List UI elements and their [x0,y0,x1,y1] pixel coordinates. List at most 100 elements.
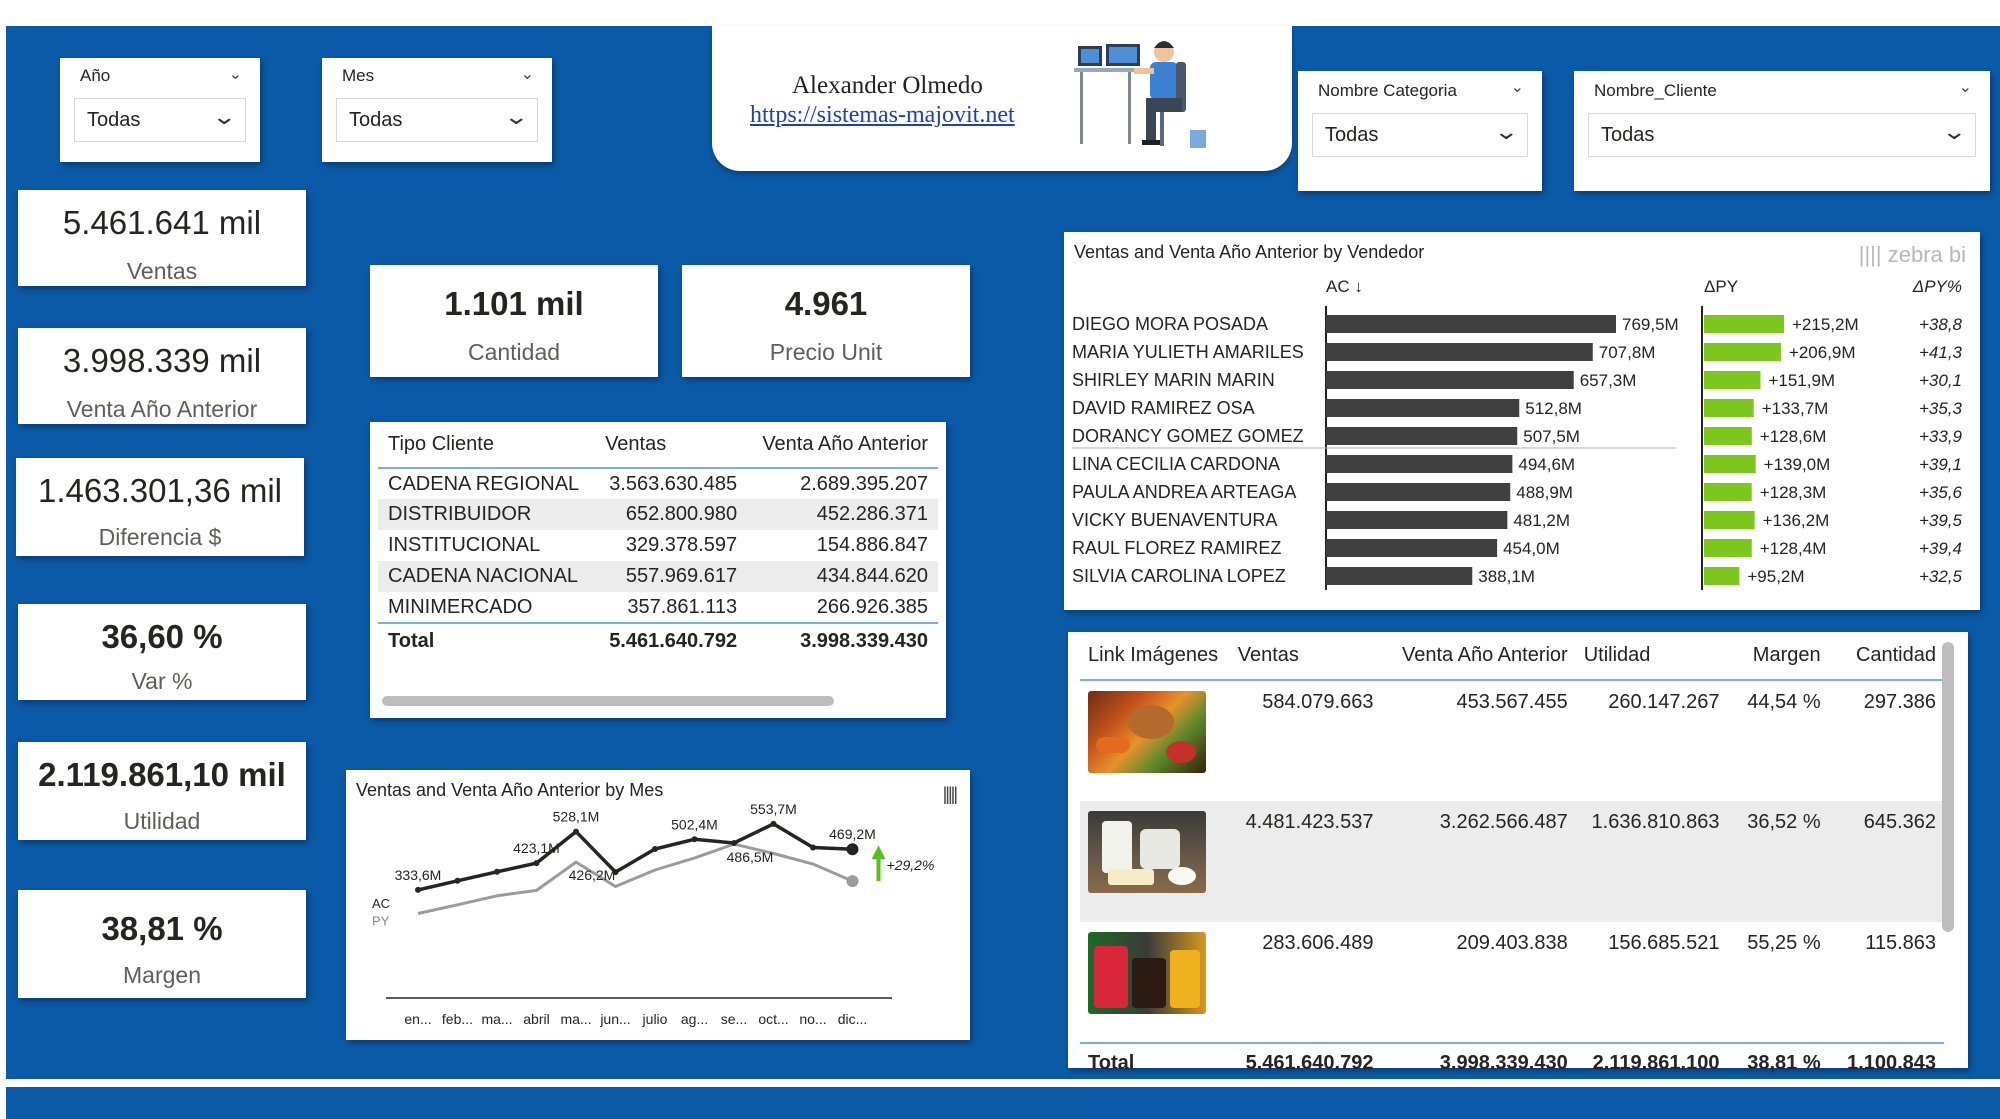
table-row[interactable]: MINIMERCADO 357.861.113 266.926.385 [378,592,938,623]
column-header[interactable]: Utilidad [1575,632,1728,681]
cell: 297.386 [1863,691,1936,713]
chevron-down-icon[interactable]: ⌄ [1959,77,1972,97]
total-row: Total 5.461.640.792 3.998.339.430 [378,622,938,659]
column-header[interactable]: Venta Año Anterior [1381,632,1576,681]
total-row: Total 5.461.640.792 3.998.339.430 2.119.… [1080,1042,1944,1083]
slicer-dropdown[interactable]: Todas ⌄ [1588,113,1976,157]
ac-value-label: 488,9M [1516,483,1573,502]
table-row[interactable]: 4.481.423.537 3.262.566.487 1.636.810.86… [1080,801,1944,922]
image-cell[interactable] [1080,922,1230,1043]
table-row[interactable]: CADENA NACIONAL 557.969.617 434.844.620 [378,561,938,592]
table-row[interactable]: DISTRIBUIDOR 652.800.980 452.286.371 [378,499,938,530]
dairy-products-photo[interactable] [1088,811,1206,893]
dpy-header: ΔPY [1704,277,1738,296]
kpi-value: 4.961 [784,285,868,322]
cell: 645.362 [1828,801,1944,922]
cell: CADENA NACIONAL [378,561,596,592]
horizontal-scrollbar[interactable] [382,696,834,706]
chevron-down-icon[interactable]: ⌄ [521,64,534,84]
image-cell[interactable] [1080,680,1230,801]
slicer-categoria[interactable]: Nombre Categoria ⌄ Todas ⌄ [1298,71,1542,191]
kpi-utilidad: 2.119.861,10 mil Utilidad [18,742,306,840]
table-row[interactable]: CADENA REGIONAL 3.563.630.485 2.689.395.20… [378,468,938,499]
ac-value-label: 657,3M [1580,371,1637,390]
table-row[interactable]: INSTITUCIONAL 329.378.597 154.886.847 [378,530,938,561]
kpi-value: 3.998.339 mil [62,342,262,379]
dpy-value-label: +133,7M [1762,399,1829,418]
cell: DISTRIBUIDOR [378,499,596,530]
column-header[interactable]: Tipo Cliente [378,422,596,469]
ac-data-label: 528,1M [553,809,600,825]
slicer-dropdown[interactable]: Todas ⌄ [74,98,246,142]
slicer-dropdown[interactable]: Todas ⌄ [1312,113,1528,157]
kpi-value: 1.463.301,36 mil [37,472,282,509]
slicer-cliente[interactable]: Nombre_Cliente ⌄ Todas ⌄ [1574,71,1990,191]
column-header[interactable]: Ventas [595,422,748,469]
ac-header: AC ↓ [1326,277,1363,296]
kpi-var: 36,60 % Var % [18,604,306,700]
ac-bar [1326,455,1513,473]
meat-and-vegetables-photo[interactable] [1088,691,1206,773]
ac-bar [1326,567,1473,585]
kpi-precio: 4.961 Precio Unit [682,265,970,377]
cell: MINIMERCADO [388,595,533,618]
column-header[interactable]: Link Imágenes [1080,632,1230,681]
table-row[interactable]: 584.079.663 453.567.455 260.147.267 44,5… [1080,680,1944,801]
ac-point [454,877,461,884]
dpyp-header: ΔPY% [1912,277,1962,296]
cell: INSTITUCIONAL [388,534,541,556]
series-label-py: PY [372,914,390,929]
column-header[interactable]: Venta Año Anterior [747,422,938,469]
cell: 209.403.838 [1456,932,1568,954]
slicer-value: Todas [1325,124,1379,146]
chevron-down-icon[interactable]: ⌄ [1941,119,1967,145]
cell: 3.262.566.487 [1381,801,1576,922]
variance-arrow-head [871,845,886,860]
ac-value-label: 769,5M [1622,315,1679,334]
dpy-bar [1704,343,1781,361]
slicer-anio[interactable]: Año ⌄ Todas ⌄ [60,58,260,162]
table-row[interactable]: 283.606.489 209.403.838 156.685.521 55,2… [1080,922,1944,1043]
dpyp-value-label: +33,9 [1919,427,1963,446]
x-tick-label: ag... [681,1011,708,1027]
vendor-name: DIEGO MORA POSADA [1072,314,1268,334]
cell: 260.147.267 [1608,691,1720,713]
slicer-value: Todas [349,109,403,131]
ac-point [415,886,421,893]
beverages-photo[interactable] [1088,932,1206,1014]
dpy-value-label: +136,2M [1763,511,1830,530]
ac-bar [1326,539,1498,557]
vendor-name: DAVID RAMIREZ OSA [1072,398,1255,418]
chevron-down-icon[interactable]: ⌄ [503,104,529,130]
slicer-mes[interactable]: Mes ⌄ Todas ⌄ [322,58,552,162]
dpy-bar [1704,427,1752,445]
ac-point [652,846,658,852]
image-cell[interactable] [1080,801,1230,922]
column-header[interactable]: Ventas [1229,632,1382,681]
kpi-value: 38,81 % [101,910,223,947]
cell: 156.685.521 [1608,932,1720,954]
vendor-name: MARIA YULIETH AMARILES [1072,342,1304,362]
header-banner: Alexander Olmedo https://sistemas-majovi… [712,26,1292,171]
chevron-down-icon[interactable]: ⌄ [1493,119,1519,145]
tipo-cliente-table: Tipo Cliente Ventas Venta Año Anterior C… [370,422,946,718]
kpi-cantidad: 1.101 mil Cantidad [370,265,658,377]
ac-value-label: 512,8M [1525,399,1582,418]
slicer-dropdown[interactable]: Todas ⌄ [336,98,538,142]
dpy-bar [1704,315,1784,333]
column-header[interactable]: Margen [1727,632,1829,681]
ac-value-label: 507,5M [1523,427,1580,446]
cell: 5.461.640.792 [1229,1042,1382,1083]
dpy-value-label: +95,2M [1747,567,1804,586]
vendor-name: DORANCY GOMEZ GOMEZ [1072,426,1304,446]
cell: 4.481.423.537 [1229,801,1382,922]
chevron-down-icon[interactable]: ⌄ [211,104,237,130]
website-link[interactable]: https://sistemas-majovit.net [750,102,1015,129]
ac-data-label: 469,2M [829,826,876,842]
chevron-down-icon[interactable]: ⌄ [1511,77,1524,97]
chevron-down-icon[interactable]: ⌄ [229,64,242,84]
vertical-scrollbar[interactable] [1942,642,1954,932]
dpy-value-label: +128,4M [1760,539,1827,558]
cell: 357.861.113 [627,595,738,618]
column-header[interactable]: Cantidad [1828,632,1944,681]
